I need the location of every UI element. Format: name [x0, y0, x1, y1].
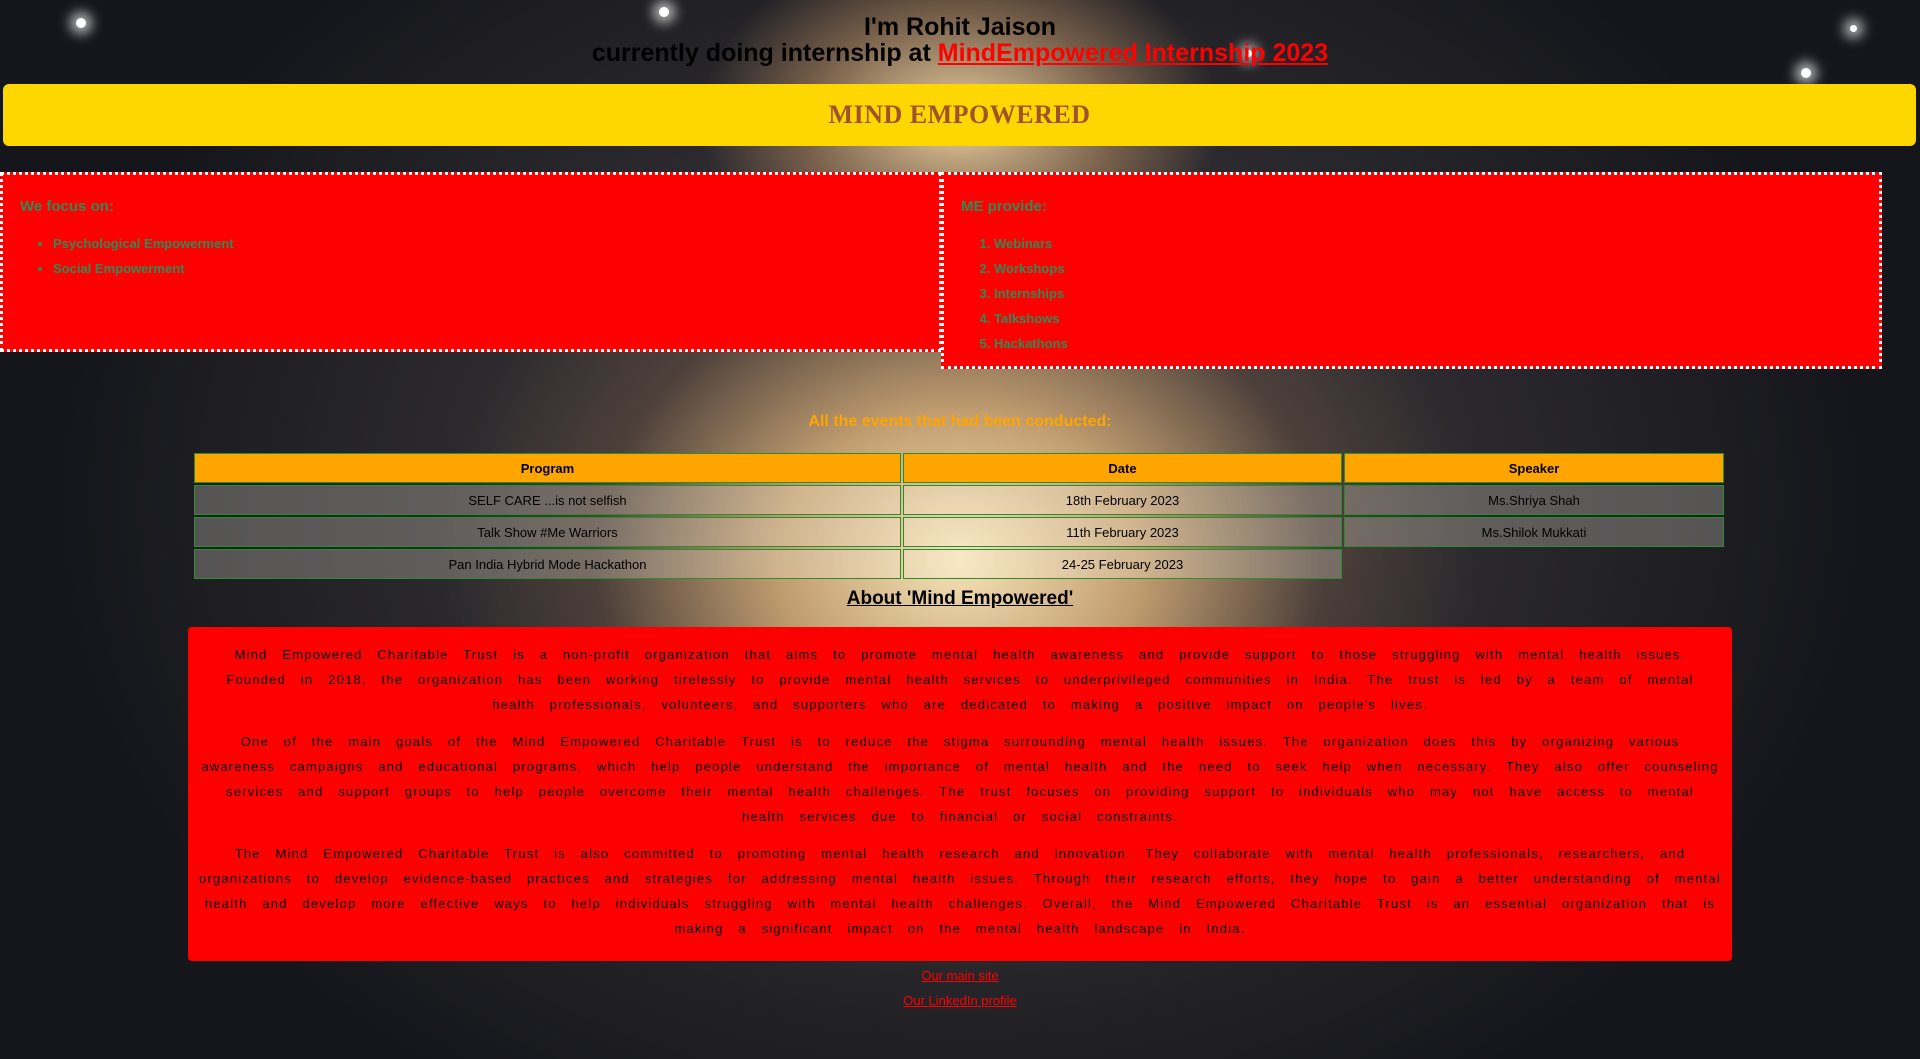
about-title: About 'Mind Empowered' [846, 588, 1074, 609]
about-paragraph: Mind Empowered Charitable Trust is a non… [226, 647, 1694, 712]
table-cell: Ms.Shriya Shah [1344, 485, 1724, 515]
internship-link[interactable]: MindEmpowered Internship 2023 [938, 39, 1328, 67]
events-table: Program Date Speaker SELF CARE ...is not… [192, 451, 1726, 581]
column-header-date: Date [903, 453, 1342, 483]
list-item: Hackathons [994, 331, 1068, 356]
intro-prefix: currently doing internship at [591, 39, 938, 67]
provides-title: ME provide: [961, 198, 1047, 215]
table-cell: 24-25 February 2023 [903, 549, 1342, 579]
table-cell: Talk Show #Me Warriors [194, 517, 901, 547]
intro-internship: currently doing internship at MindEmpowe… [0, 40, 1920, 66]
focus-list: Psychological Empowerment Social Empower… [20, 231, 234, 281]
table-cell: 18th February 2023 [903, 485, 1342, 515]
list-item: Workshops [994, 256, 1068, 281]
main-site-link[interactable]: Our main site [0, 963, 1920, 988]
about-paragraph: One of the main goals of the Mind Empowe… [201, 734, 1719, 824]
provides-list: Webinars Workshops Internships Talkshows… [961, 231, 1068, 356]
about-box: Mind Empowered Charitable Trust is a non… [188, 627, 1732, 961]
list-item: Internships [994, 281, 1068, 306]
table-cell: SELF CARE ...is not selfish [194, 485, 901, 515]
banner-title: MIND EMPOWERED [828, 100, 1091, 129]
column-header-program: Program [194, 453, 901, 483]
table-row: Pan India Hybrid Mode Hackathon 24-25 Fe… [194, 549, 1724, 579]
list-item: Social Empowerment [53, 256, 234, 281]
provides-box: ME provide: Webinars Workshops Internshi… [941, 172, 1882, 369]
events-title: All the events that had been conducted: [808, 413, 1112, 430]
table-cell: Pan India Hybrid Mode Hackathon [194, 549, 901, 579]
table-row: SELF CARE ...is not selfish 18th Februar… [194, 485, 1724, 515]
table-cell: Ms.Shilok Mukkati [1344, 517, 1724, 547]
table-header-row: Program Date Speaker [194, 453, 1724, 483]
list-item: Psychological Empowerment [53, 231, 234, 256]
page-header: I'm Rohit Jaison currently doing interns… [0, 14, 1920, 66]
table-cell-empty [1344, 549, 1724, 579]
footer-links: Our main site Our LinkedIn profile [0, 963, 1920, 1013]
focus-box: We focus on: Psychological Empowerment S… [0, 172, 942, 352]
table-row: Talk Show #Me Warriors 11th February 202… [194, 517, 1724, 547]
about-paragraph: The Mind Empowered Charitable Trust is a… [199, 846, 1721, 936]
list-item: Talkshows [994, 306, 1068, 331]
list-item: Webinars [994, 231, 1068, 256]
intro-name: I'm Rohit Jaison [863, 13, 1057, 41]
star-decoration [1801, 68, 1811, 78]
linkedin-link[interactable]: Our LinkedIn profile [0, 988, 1920, 1013]
focus-title: We focus on: [20, 198, 114, 215]
banner: MIND EMPOWERED [3, 84, 1916, 146]
column-header-speaker: Speaker [1344, 453, 1724, 483]
table-cell: 11th February 2023 [903, 517, 1342, 547]
